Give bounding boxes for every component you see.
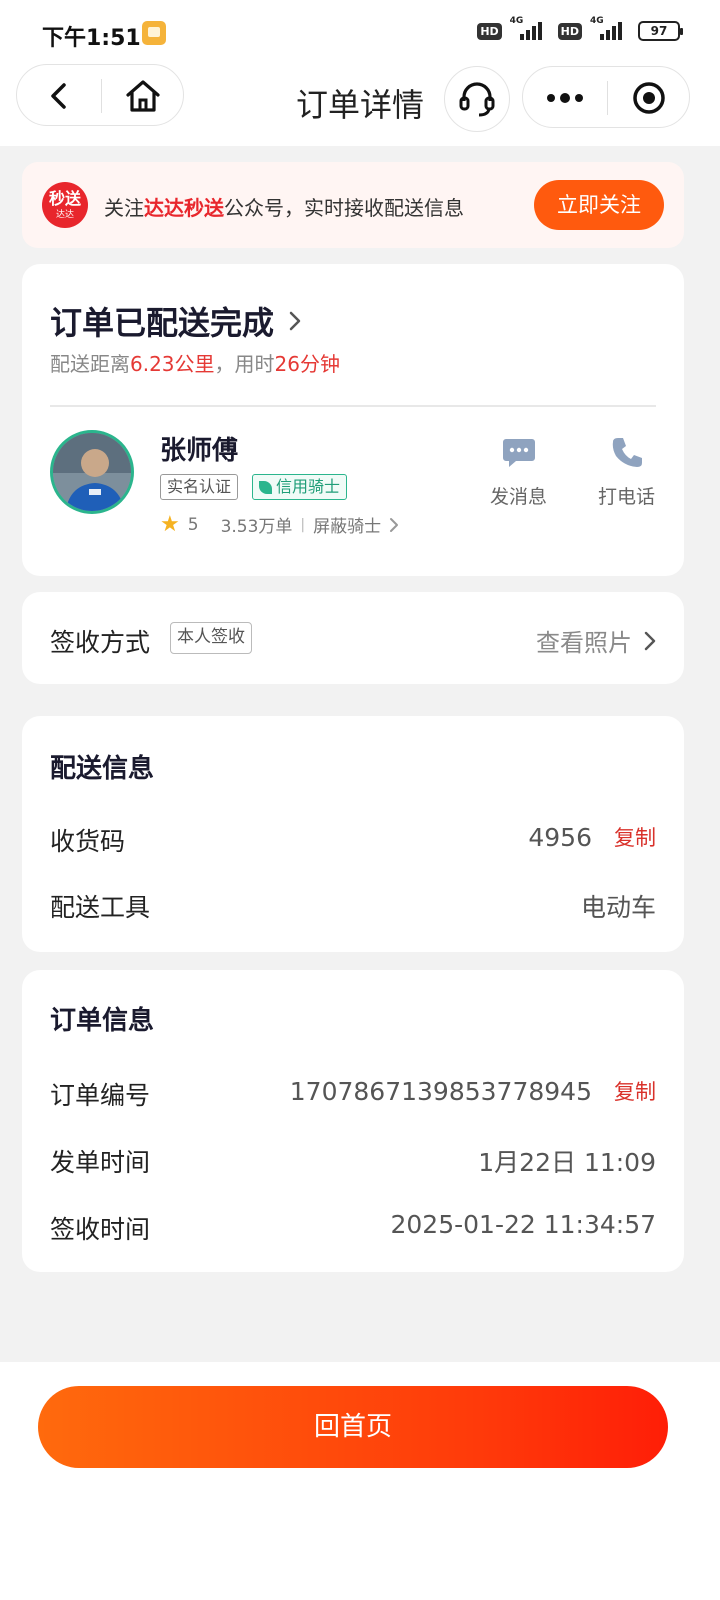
pickup-code-value: 4956 bbox=[528, 822, 592, 852]
notification-app-icon bbox=[142, 21, 166, 45]
record-icon bbox=[633, 82, 665, 114]
more-icon bbox=[547, 93, 583, 103]
credit-rider-tag: 信用骑士 bbox=[252, 474, 348, 500]
vehicle-value: 电动车 bbox=[580, 893, 656, 922]
banner-text-prefix: 关注 bbox=[104, 196, 144, 220]
follow-banner: 秒送 达达 关注达达秒送公众号，实时接收配送信息 立即关注 bbox=[22, 162, 684, 248]
distance-value: 6.23公里 bbox=[130, 352, 215, 376]
network-type-2: 4G bbox=[590, 16, 604, 26]
headset-icon bbox=[459, 82, 495, 117]
status-time: 下午1:51 bbox=[42, 26, 141, 51]
sign-method-tag: 本人签收 bbox=[170, 622, 252, 654]
star-icon: ★ bbox=[160, 512, 180, 537]
close-miniapp-button[interactable] bbox=[607, 67, 691, 129]
sign-time-label: 签收时间 bbox=[50, 1215, 151, 1244]
real-name-tag: 实名认证 bbox=[160, 474, 239, 500]
order-number-value-group: 1707867139853778945 复制 bbox=[290, 1076, 656, 1106]
separator: | bbox=[300, 516, 306, 533]
vehicle-value-group: 电动车 bbox=[581, 888, 656, 924]
time-prefix: ，用时 bbox=[214, 352, 275, 376]
signal-icon-2: 4G bbox=[590, 16, 630, 42]
order-status-title: 订单已配送完成 bbox=[50, 304, 275, 342]
phone-icon bbox=[612, 438, 642, 467]
order-info-card: 订单信息 订单编号 1707867139853778945 复制 发单时间 1月… bbox=[22, 970, 684, 1272]
rating-value: 5 bbox=[187, 514, 199, 535]
call-button[interactable]: 打电话 bbox=[598, 436, 655, 509]
pickup-code-label: 收货码 bbox=[50, 827, 126, 856]
order-status-link[interactable]: 订单已配送完成 bbox=[50, 298, 302, 344]
call-label: 打电话 bbox=[598, 486, 656, 508]
message-button[interactable]: 发消息 bbox=[490, 436, 547, 509]
view-photo-link[interactable]: 查看照片 bbox=[536, 623, 656, 658]
delivery-info-title: 配送信息 bbox=[50, 754, 155, 784]
vehicle-label: 配送工具 bbox=[50, 893, 151, 922]
view-photo-label: 查看照片 bbox=[536, 629, 632, 657]
order-number-label: 订单编号 bbox=[50, 1081, 151, 1110]
divider bbox=[50, 405, 656, 407]
rider-rating-row: ★ 5 3.53万单 | 屏蔽骑士 bbox=[160, 512, 399, 537]
customer-service-button[interactable] bbox=[444, 66, 510, 132]
order-count: 3.53万单 bbox=[220, 517, 293, 537]
logo-main-text: 秒送 bbox=[48, 189, 81, 208]
order-time-label: 发单时间 bbox=[50, 1148, 151, 1177]
more-button[interactable] bbox=[523, 67, 607, 129]
hd-badge: HD bbox=[477, 22, 502, 40]
network-type: 4G bbox=[509, 16, 524, 26]
rider-avatar[interactable] bbox=[50, 430, 134, 514]
status-bar: 下午1:51 HD 4G HD 4G 97 bbox=[0, 0, 720, 62]
logo-sub-text: 达达 bbox=[55, 210, 74, 220]
signal-icon: 4G bbox=[510, 16, 550, 42]
back-to-home-button[interactable]: 回首页 bbox=[38, 1386, 668, 1468]
order-number-value: 1707867139853778945 bbox=[289, 1076, 592, 1106]
sign-method-label: 签收方式 bbox=[50, 628, 151, 657]
sign-method-card: 签收方式 本人签收 查看照片 bbox=[22, 592, 684, 684]
chevron-right-icon bbox=[289, 311, 301, 331]
rider-name: 张师傅 bbox=[160, 436, 239, 466]
banner-text-suffix: 公众号，实时接收配送信息 bbox=[224, 196, 464, 220]
top-header: 下午1:51 HD 4G HD 4G 97 订单详情 bbox=[0, 0, 720, 146]
sign-time-value: 2025-01-22 11:34:57 bbox=[390, 1210, 656, 1239]
message-label: 发消息 bbox=[490, 486, 548, 508]
distance-prefix: 配送距离 bbox=[50, 352, 130, 376]
order-time-value-group: 1月22日 11:09 bbox=[478, 1143, 656, 1179]
leaf-icon bbox=[259, 480, 272, 494]
status-indicators: HD 4G HD 4G 97 bbox=[477, 16, 683, 42]
order-time-value: 1月22日 11:09 bbox=[478, 1148, 656, 1177]
distance-summary: 配送距离6.23公里，用时26分钟 bbox=[50, 348, 340, 377]
chevron-right-icon bbox=[644, 631, 656, 650]
hd-badge-2: HD bbox=[557, 22, 582, 40]
nav-right-capsule bbox=[522, 66, 690, 128]
duration-value: 26分钟 bbox=[274, 352, 340, 376]
bottom-bar: 回首页 bbox=[0, 1362, 720, 1600]
battery-icon: 97 bbox=[638, 21, 683, 41]
avatar-image bbox=[53, 433, 131, 511]
pickup-code-value-group: 4956 复制 bbox=[528, 822, 656, 852]
delivery-info-card: 配送信息 收货码 4956 复制 配送工具 电动车 bbox=[22, 716, 684, 952]
dada-logo: 秒送 达达 bbox=[42, 182, 88, 228]
banner-text: 关注达达秒送公众号，实时接收配送信息 bbox=[104, 192, 464, 221]
order-info-title: 订单信息 bbox=[50, 1006, 155, 1036]
copy-code-button[interactable]: 复制 bbox=[614, 822, 656, 852]
chevron-right-icon bbox=[390, 517, 399, 532]
follow-button[interactable]: 立即关注 bbox=[534, 180, 664, 230]
block-rider-label: 屏蔽骑士 bbox=[313, 517, 382, 537]
banner-text-highlight: 达达秒送 bbox=[144, 196, 224, 220]
block-rider-link[interactable]: 屏蔽骑士 bbox=[313, 512, 399, 537]
sign-time-value-group: 2025-01-22 11:34:57 bbox=[390, 1210, 656, 1239]
copy-order-number-button[interactable]: 复制 bbox=[614, 1076, 656, 1106]
order-status-card: 订单已配送完成 配送距离6.23公里，用时26分钟 张师傅 实名认证 信用骑士 … bbox=[22, 264, 684, 576]
chat-icon bbox=[502, 439, 535, 467]
credit-rider-label: 信用骑士 bbox=[276, 477, 341, 496]
